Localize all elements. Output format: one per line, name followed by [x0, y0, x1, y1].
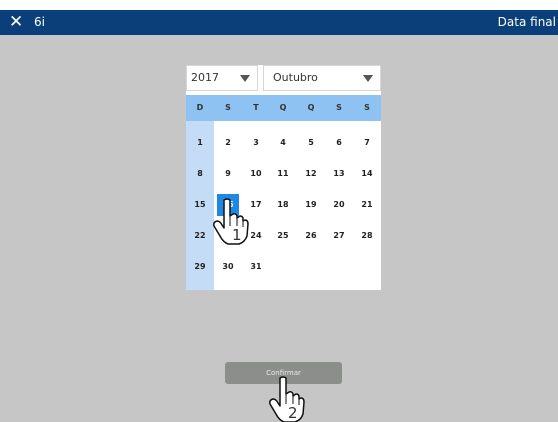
hand-pointer-icon: 2	[268, 376, 306, 422]
day-cell[interactable]: 19	[300, 194, 322, 216]
date-picker: 2017 Outubro D S T Q Q S S 1 2 3 4 5 6 7 8 9 10 11…	[186, 65, 381, 290]
day-cell[interactable]: 22	[189, 225, 211, 247]
close-icon[interactable]: ✕	[9, 12, 23, 32]
day-cell[interactable]: 26	[300, 225, 322, 247]
day-cell[interactable]: 14	[356, 163, 378, 185]
day-cell[interactable]: 18	[272, 194, 294, 216]
step-number-2: 2	[288, 404, 298, 422]
weekday-label: S	[225, 103, 231, 112]
day-cell[interactable]: 27	[328, 225, 350, 247]
weekday-label: D	[196, 103, 204, 112]
weekday-label: Q	[279, 103, 287, 112]
day-cell[interactable]: 12	[300, 163, 322, 185]
month-select[interactable]: Outubro	[263, 65, 381, 91]
day-cell[interactable]: 2	[217, 132, 239, 154]
day-cell[interactable]: 21	[356, 194, 378, 216]
screen-title: Data final	[497, 15, 556, 29]
day-cell[interactable]: 15	[189, 194, 211, 216]
title-bar: ✕ 6i Data final	[0, 10, 558, 35]
hand-pointer-shape: 1	[213, 198, 249, 245]
day-cell[interactable]: 29	[189, 256, 211, 278]
weekday-label: T	[253, 103, 259, 112]
day-cell[interactable]: 1	[189, 132, 211, 154]
day-cell[interactable]: 25	[272, 225, 294, 247]
year-select-value: 2017	[191, 71, 219, 84]
day-cell[interactable]: 31	[245, 256, 267, 278]
day-cell[interactable]: 7	[356, 132, 378, 154]
day-cell[interactable]: 6	[328, 132, 350, 154]
step-number-1: 1	[232, 226, 242, 244]
weekday-label: Q	[307, 103, 315, 112]
calendar-grid: D S T Q Q S S 12345678910111213141516171…	[186, 95, 381, 290]
day-cell[interactable]: 30	[217, 256, 239, 278]
day-cell[interactable]: 3	[245, 132, 267, 154]
day-cell[interactable]: 28	[356, 225, 378, 247]
year-select[interactable]: 2017	[186, 65, 258, 91]
hand-pointer-shape: 2	[269, 376, 305, 422]
day-cell[interactable]: 4	[272, 132, 294, 154]
title-bar-left-label: 6i	[34, 15, 45, 29]
weekday-label: S	[364, 103, 370, 112]
day-cell[interactable]: 13	[328, 163, 350, 185]
day-cell[interactable]: 10	[245, 163, 267, 185]
chevron-down-icon	[240, 75, 250, 82]
day-cell[interactable]: 8	[189, 163, 211, 185]
chevron-down-icon	[363, 75, 373, 82]
day-cell[interactable]: 11	[272, 163, 294, 185]
day-cell[interactable]: 5	[300, 132, 322, 154]
hand-pointer-icon: 1	[212, 198, 250, 246]
weekday-header: D S T Q Q S S	[186, 95, 381, 121]
month-select-value: Outubro	[273, 71, 318, 84]
app-screen: ✕ 6i Data final 2017 Outubro D S T Q Q S…	[0, 10, 558, 422]
day-cell[interactable]: 20	[328, 194, 350, 216]
weekday-label: S	[336, 103, 342, 112]
day-cell[interactable]: 9	[217, 163, 239, 185]
